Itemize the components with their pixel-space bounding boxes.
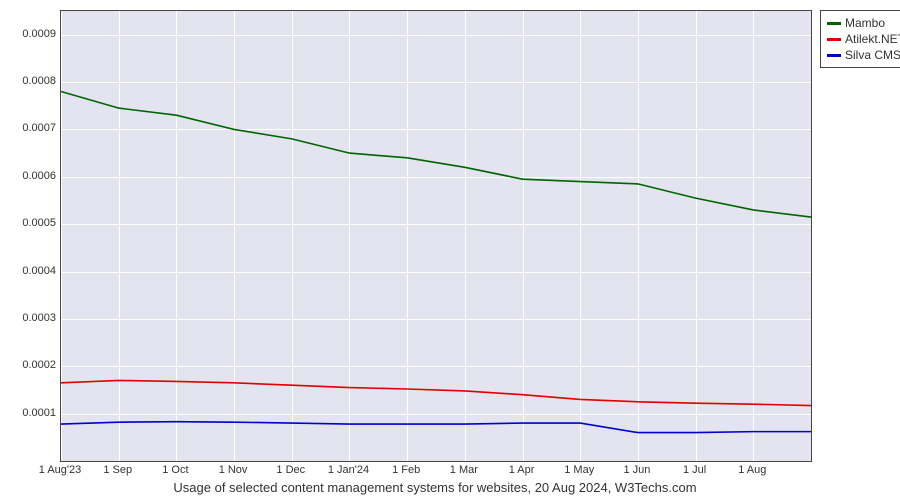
plot-area xyxy=(60,10,812,462)
x-tick-label: 1 Sep xyxy=(103,464,132,476)
x-tick-label: 1 Aug'23 xyxy=(39,464,81,476)
line-series-layer xyxy=(61,11,811,461)
y-tick-label: 0.0003 xyxy=(6,312,56,324)
y-tick-label: 0.0006 xyxy=(6,170,56,182)
series-line xyxy=(61,92,811,218)
x-tick-label: 1 Jun xyxy=(623,464,650,476)
y-tick-label: 0.0002 xyxy=(6,359,56,371)
x-tick-label: 1 Jul xyxy=(683,464,706,476)
y-tick-label: 0.0005 xyxy=(6,217,56,229)
y-tick-label: 0.0004 xyxy=(6,265,56,277)
series-line xyxy=(61,380,811,405)
x-tick-label: 1 Apr xyxy=(509,464,535,476)
legend-item: Atilekt.NET xyxy=(827,31,900,47)
legend: MamboAtilekt.NETSilva CMS xyxy=(820,10,900,68)
y-tick-label: 0.0007 xyxy=(6,122,56,134)
legend-label: Silva CMS xyxy=(845,47,900,63)
x-tick-label: 1 Mar xyxy=(450,464,478,476)
y-tick-label: 0.0009 xyxy=(6,28,56,40)
chart-caption: Usage of selected content management sys… xyxy=(60,480,810,495)
x-tick-label: 1 Jan'24 xyxy=(328,464,369,476)
x-tick-label: 1 Aug xyxy=(738,464,766,476)
legend-swatch xyxy=(827,54,841,57)
legend-item: Silva CMS xyxy=(827,47,900,63)
x-tick-label: 1 Dec xyxy=(276,464,305,476)
x-tick-label: 1 Oct xyxy=(162,464,188,476)
legend-swatch xyxy=(827,22,841,25)
legend-label: Mambo xyxy=(845,15,885,31)
y-tick-label: 0.0008 xyxy=(6,75,56,87)
chart-container: 0.0001 0.0002 0.0003 0.0004 0.0005 0.0006 0.00… xyxy=(0,0,900,500)
legend-label: Atilekt.NET xyxy=(845,31,900,47)
legend-swatch xyxy=(827,38,841,41)
x-tick-label: 1 Nov xyxy=(219,464,248,476)
legend-item: Mambo xyxy=(827,15,900,31)
series-line xyxy=(61,422,811,433)
x-tick-label: 1 May xyxy=(564,464,594,476)
x-tick-label: 1 Feb xyxy=(392,464,420,476)
y-tick-label: 0.0001 xyxy=(6,407,56,419)
